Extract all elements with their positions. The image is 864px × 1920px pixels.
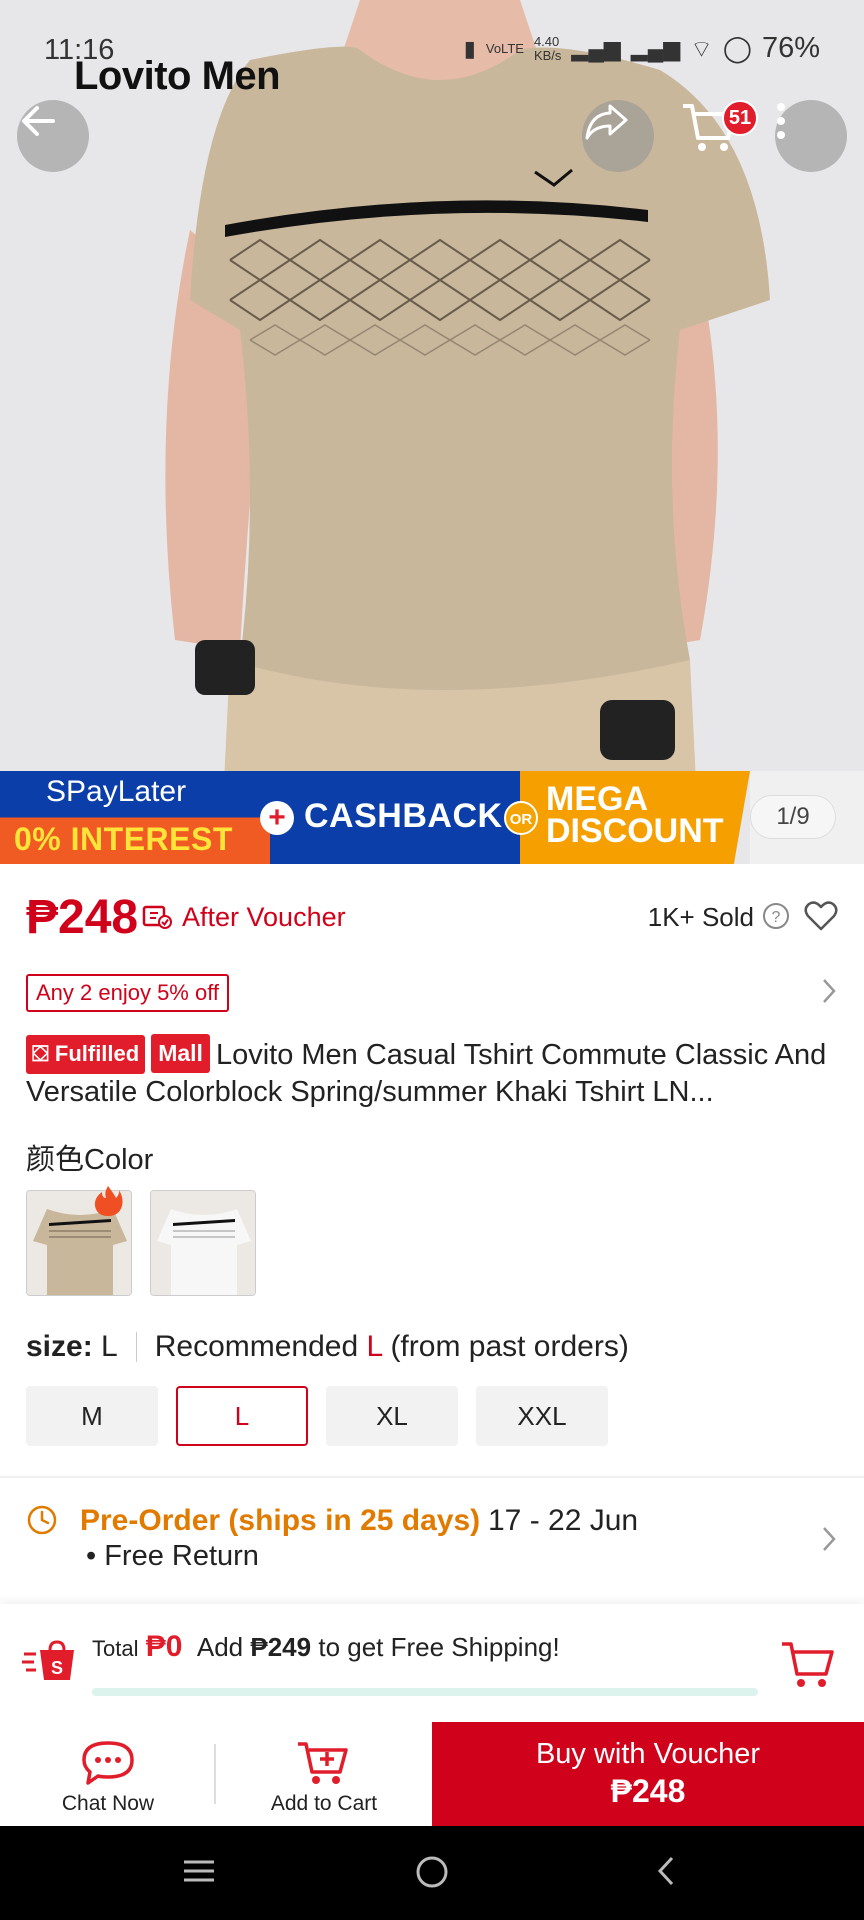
free-shipping-text: Total ₱0 Add ₱249 to get Free Shipping! [92,1630,560,1664]
fulfilled-badge: ⛋ Fulfilled [26,1035,146,1074]
size-option-xxl[interactable]: XXL [476,1386,608,1446]
price-row: ₱248 After Voucher 1K+ Sold ? [26,890,838,950]
sold-count: 1K+ Sold [647,902,754,932]
volte-icon: VoLTE [485,40,524,56]
add-to-cart-button[interactable]: Add to Cart [216,1722,432,1826]
shipping-row[interactable]: Pre-Order (ships in 25 days) 17 - 22 Jun… [26,1500,838,1580]
mega-text: MEGA [546,780,648,818]
add-to-cart-icon [298,1742,348,1784]
promo-row[interactable]: Any 2 enjoy 5% off [26,974,838,1012]
vibrate-icon: ▮ [463,35,476,61]
add-amount: ₱249 [250,1632,312,1662]
add-to-cart-label: Add to Cart [270,1792,378,1815]
product-title: Lovito Men Casual Tshirt Commute Classic… [26,1039,827,1108]
spaylater-interest: 0% INTEREST [14,821,233,857]
system-nav-bar [0,1826,864,1920]
hot-flame-icon [94,1186,123,1216]
buy-with-voucher-button[interactable]: Buy with Voucher ₱248 [432,1722,864,1826]
spaylater-title: SPayLater [46,775,187,808]
fulfilled-badge-label: Fulfilled [54,1041,140,1066]
status-icons: ▮ VoLTE 4.40 KB/s ▂▄▆ ▂▄▆ ⌔ ◯ 76% [464,32,820,65]
bundle-promo-tag[interactable]: Any 2 enjoy 5% off [26,974,230,1012]
back-button[interactable] [17,100,89,172]
cart-icon[interactable] [780,1638,836,1690]
size-label-text: size: [26,1330,93,1363]
after-voucher-label: After Voucher [182,902,346,932]
svg-text:S: S [51,1658,63,1678]
buy-price: ₱248 [610,1773,686,1809]
chevron-right-icon [823,1527,836,1551]
preorder-label: Pre-Order (ships in 25 days) [80,1504,481,1537]
color-label: 颜色Color [26,1144,154,1176]
battery-ring-icon: ◯ [722,33,752,63]
share-icon [585,104,628,140]
discount-text: DISCOUNT [546,812,724,850]
signal-4g-icon-2: ▂▄▆ [630,35,681,61]
free-return-label: • Free Return [86,1540,259,1572]
free-shipping-strip[interactable]: S Total ₱0 Add ₱249 to get Free Shipping… [0,1604,864,1722]
home-icon[interactable] [414,1854,450,1890]
rec-suffix: (from past orders) [390,1330,629,1363]
size-option-l[interactable]: L [176,1386,308,1446]
product-title-block: ⛋ Fulfilled Mall Lovito Men Casual Tshirt… [26,1034,838,1110]
size-recommendation: Recommended L (from past orders) [155,1330,629,1364]
delivery-dates: 17 - 22 Jun [488,1504,639,1537]
cashback-banner: + CASHBACK OR [260,771,538,864]
cart-button[interactable]: 51 [680,100,758,172]
product-image[interactable]: 11:16 ▮ VoLTE 4.40 KB/s ▂▄▆ ▂▄▆ ⌔ ◯ 76% … [0,0,864,864]
total-amount: ₱0 [145,1630,183,1663]
more-vertical-icon [777,103,785,139]
size-option-m[interactable]: M [26,1386,158,1446]
size-options: M L XL XXL [26,1386,608,1446]
product-page: 11:16 ▮ VoLTE 4.40 KB/s ▂▄▆ ▂▄▆ ⌔ ◯ 76% … [0,0,864,1920]
section-divider [0,1476,864,1478]
color-swatch-white[interactable] [150,1190,256,1296]
add-prefix: Add [196,1632,244,1662]
price: ₱248 [26,891,139,944]
battery-level: 76% [761,32,820,64]
heart-icon[interactable] [804,900,838,932]
svg-text:?: ? [772,909,781,926]
back-nav-icon[interactable] [652,1854,680,1888]
or-badge: OR [504,801,538,835]
promo-banner[interactable]: SPayLater 0% INTEREST + CASHBACK OR MEGA… [0,771,864,864]
rec-prefix: Recommended [154,1330,359,1363]
mega-discount-banner: MEGA DISCOUNT [520,771,750,864]
size-option-xl[interactable]: XL [326,1386,458,1446]
mall-badge: Mall [151,1034,210,1073]
buy-with-voucher-label: Buy with Voucher [535,1738,761,1770]
fast-shopping-bag-icon: S [22,1640,74,1680]
plus-icon: + [260,801,294,835]
cart-count-badge: 51 [722,100,758,136]
bottom-action-bar: Chat Now Add to Cart Buy with Voucher ₱2… [0,1722,864,1826]
brand-watermark: Lovito Men [74,54,281,98]
chat-now-button[interactable]: Chat Now [0,1722,216,1826]
share-button[interactable] [582,100,654,172]
chat-now-label: Chat Now [61,1792,155,1815]
size-row: size: L Recommended L (from past orders) [26,1330,629,1364]
free-shipping-progress-bar [92,1688,758,1696]
chat-bubble-icon [82,1741,134,1785]
selected-size: L [101,1330,118,1363]
color-swatches [26,1190,256,1296]
recent-apps-icon[interactable] [182,1854,216,1888]
voucher-icon [142,905,172,929]
size-label: size: L [26,1330,118,1364]
signal-4g-icon: ▂▄▆ [571,35,621,61]
chevron-right-icon [823,979,836,1003]
rec-size: L [366,1330,383,1363]
image-page-indicator: 1/9 [750,795,836,839]
network-speed: 4.40 KB/s [533,33,562,63]
help-icon[interactable]: ? [762,902,790,930]
white-shirt-thumbnail [151,1191,255,1295]
wifi-icon: ⌔ [690,35,713,63]
more-options-button[interactable] [775,100,847,172]
add-suffix: to get Free Shipping! [318,1632,560,1662]
clock-icon [27,1505,57,1535]
spaylater-banner: SPayLater 0% INTEREST [0,771,270,864]
arrow-left-icon [22,106,55,136]
cashback-text: CASHBACK [304,797,503,835]
shopee-bag-icon: ⛋ [32,1041,49,1066]
total-label: Total [92,1636,139,1661]
